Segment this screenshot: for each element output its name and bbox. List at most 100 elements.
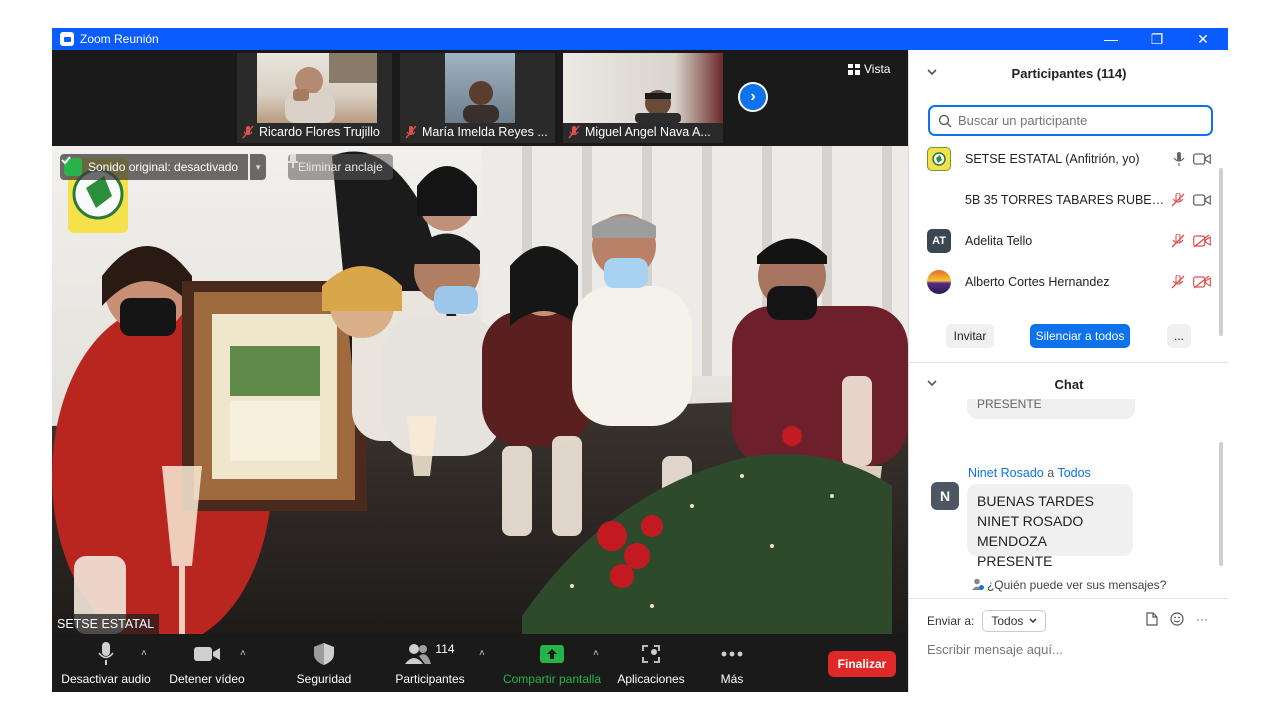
participants-scrollbar[interactable] <box>1219 168 1223 336</box>
video-off-icon[interactable] <box>1193 234 1211 248</box>
meeting-toolbar: Desactivar audio ˄ Detener vídeo ˄ Segur… <box>52 634 908 692</box>
next-page-button[interactable]: › <box>738 82 768 112</box>
stop-video-button[interactable]: Detener vídeo <box>162 634 252 692</box>
mic-muted-icon <box>568 125 580 139</box>
chevron-right-icon: › <box>750 88 756 105</box>
maximize-button[interactable]: ❐ <box>1134 28 1180 50</box>
chevron-down-icon[interactable] <box>927 378 937 390</box>
video-options-caret[interactable]: ˄ <box>240 648 246 659</box>
participant-thumbnail[interactable]: Miguel Angel Nava A... <box>563 53 723 143</box>
title-bar: Zoom Reunión — ❐ ✕ <box>52 28 1228 50</box>
end-meeting-button[interactable]: Finalizar <box>828 651 896 677</box>
zoom-window: Zoom Reunión — ❐ ✕ Ricardo Flores Trujil… <box>52 28 1228 692</box>
share-screen-icon <box>539 642 565 666</box>
share-screen-button[interactable]: Compartir pantalla <box>498 634 606 692</box>
emoji-icon[interactable] <box>1170 612 1184 626</box>
chat-message-bubble: PRESENTE <box>967 399 1135 419</box>
video-camera-icon[interactable] <box>1193 194 1211 206</box>
mute-all-button[interactable]: Silenciar a todos <box>1030 324 1130 348</box>
participants-count: 114 <box>435 642 455 656</box>
search-icon <box>938 114 952 128</box>
person-figure <box>635 90 681 123</box>
chat-scrollbar[interactable] <box>1219 442 1223 566</box>
participant-row[interactable]: SETSE ESTATAL (Anfitrión, yo) <box>927 142 1211 176</box>
pin-icon <box>288 154 298 168</box>
send-to-select[interactable]: Todos <box>982 610 1047 632</box>
chat-header[interactable]: Chat <box>909 369 1228 399</box>
minimize-button[interactable]: — <box>1088 28 1134 50</box>
participants-icon: 114 <box>405 642 455 666</box>
video-camera-icon[interactable] <box>1193 153 1211 165</box>
chevron-down-icon[interactable] <box>927 67 937 79</box>
side-panel: Participantes (114) SETSE ESTATAL (Anfit… <box>908 50 1228 692</box>
chat-sender-line: Ninet Rosado a Todos <box>968 466 1091 480</box>
participant-video <box>257 53 377 123</box>
video-off-icon[interactable] <box>1193 275 1211 289</box>
main-speaker-video[interactable]: Sonido original: desactivado ▾ Eliminar … <box>52 146 908 634</box>
apps-button[interactable]: Aplicaciones <box>612 634 690 692</box>
microphone-icon[interactable] <box>1173 152 1185 166</box>
chat-recipient: Todos <box>1057 466 1091 480</box>
participant-thumbnail[interactable]: María Imelda Reyes ... <box>400 53 555 143</box>
participant-video <box>445 53 515 123</box>
more-button[interactable]: Más <box>708 634 756 692</box>
participant-name: 5B 35 TORRES TABARES RUBEN ... <box>965 193 1165 207</box>
mute-audio-button[interactable]: Desactivar audio <box>60 634 152 692</box>
participants-button[interactable]: 114 Participantes <box>388 634 472 692</box>
audio-options-caret[interactable]: ˄ <box>141 648 147 659</box>
user-help-icon <box>971 578 984 590</box>
avatar <box>927 147 951 171</box>
chat-tools: ··· <box>1146 612 1208 626</box>
participant-name: SETSE ESTATAL (Anfitrión, yo) <box>965 152 1140 166</box>
file-icon[interactable] <box>1146 612 1158 626</box>
participant-search-field[interactable] <box>928 105 1213 136</box>
participant-row[interactable]: Alberto Cortes Hernandez <box>927 265 1211 299</box>
avatar <box>927 188 951 212</box>
chevron-down-icon <box>1029 618 1037 624</box>
invite-button[interactable]: Invitar <box>946 324 994 348</box>
panel-divider <box>909 362 1228 363</box>
mic-muted-icon <box>405 125 417 139</box>
panel-divider <box>909 598 1228 599</box>
participants-header[interactable]: Participantes (114) <box>909 58 1228 88</box>
apps-icon <box>638 642 664 666</box>
chat-message-input[interactable] <box>927 638 1207 660</box>
more-dots-icon[interactable]: ··· <box>1196 612 1208 626</box>
security-button[interactable]: Seguridad <box>284 634 364 692</box>
grid-view-icon <box>848 63 860 75</box>
participant-name: Alberto Cortes Hernandez <box>965 275 1110 289</box>
who-can-see-messages-link[interactable]: ¿Quién puede ver sus mensajes? <box>909 578 1228 592</box>
window-title: Zoom Reunión <box>80 32 159 46</box>
speaker-name-label: SETSE ESTATAL <box>52 614 160 634</box>
mic-muted-icon[interactable] <box>1171 275 1185 289</box>
participant-row[interactable]: 5B 35 TORRES TABARES RUBEN ... <box>927 183 1211 217</box>
mic-muted-icon[interactable] <box>1171 234 1185 248</box>
participant-name: Adelita Tello <box>965 234 1033 248</box>
participants-options-caret[interactable]: ˄ <box>479 648 485 659</box>
meeting-room-scene <box>52 146 908 634</box>
avatar <box>927 270 951 294</box>
original-sound-control[interactable]: Sonido original: desactivado ▾ <box>60 154 267 180</box>
participant-name-label: Ricardo Flores Trujillo <box>237 123 380 141</box>
avatar: AT <box>927 229 951 253</box>
video-area: Ricardo Flores Trujillo María Imelda Rey… <box>52 50 908 634</box>
participant-thumbnail[interactable]: Ricardo Flores Trujillo <box>237 53 392 143</box>
close-button[interactable]: ✕ <box>1180 28 1226 50</box>
shield-check-icon <box>61 156 82 176</box>
participant-name-label: Miguel Angel Nava A... <box>563 123 711 141</box>
avatar: N <box>931 482 959 510</box>
participants-more-button[interactable]: ... <box>1167 324 1191 348</box>
chat-sender-name: Ninet Rosado <box>968 466 1044 480</box>
sound-dropdown-caret[interactable]: ▾ <box>250 154 267 180</box>
more-dots-icon <box>719 642 745 666</box>
participant-name-label: María Imelda Reyes ... <box>400 123 548 141</box>
unpin-button[interactable]: Eliminar anclaje <box>288 154 393 180</box>
mic-muted-icon[interactable] <box>1171 193 1185 207</box>
shield-icon <box>311 642 337 666</box>
person-figure <box>463 81 499 123</box>
share-options-caret[interactable]: ˄ <box>593 648 599 659</box>
participant-search-input[interactable] <box>958 113 1198 128</box>
video-camera-icon <box>194 642 220 666</box>
view-button[interactable]: Vista <box>848 62 890 76</box>
participant-row[interactable]: AT Adelita Tello <box>927 224 1211 258</box>
